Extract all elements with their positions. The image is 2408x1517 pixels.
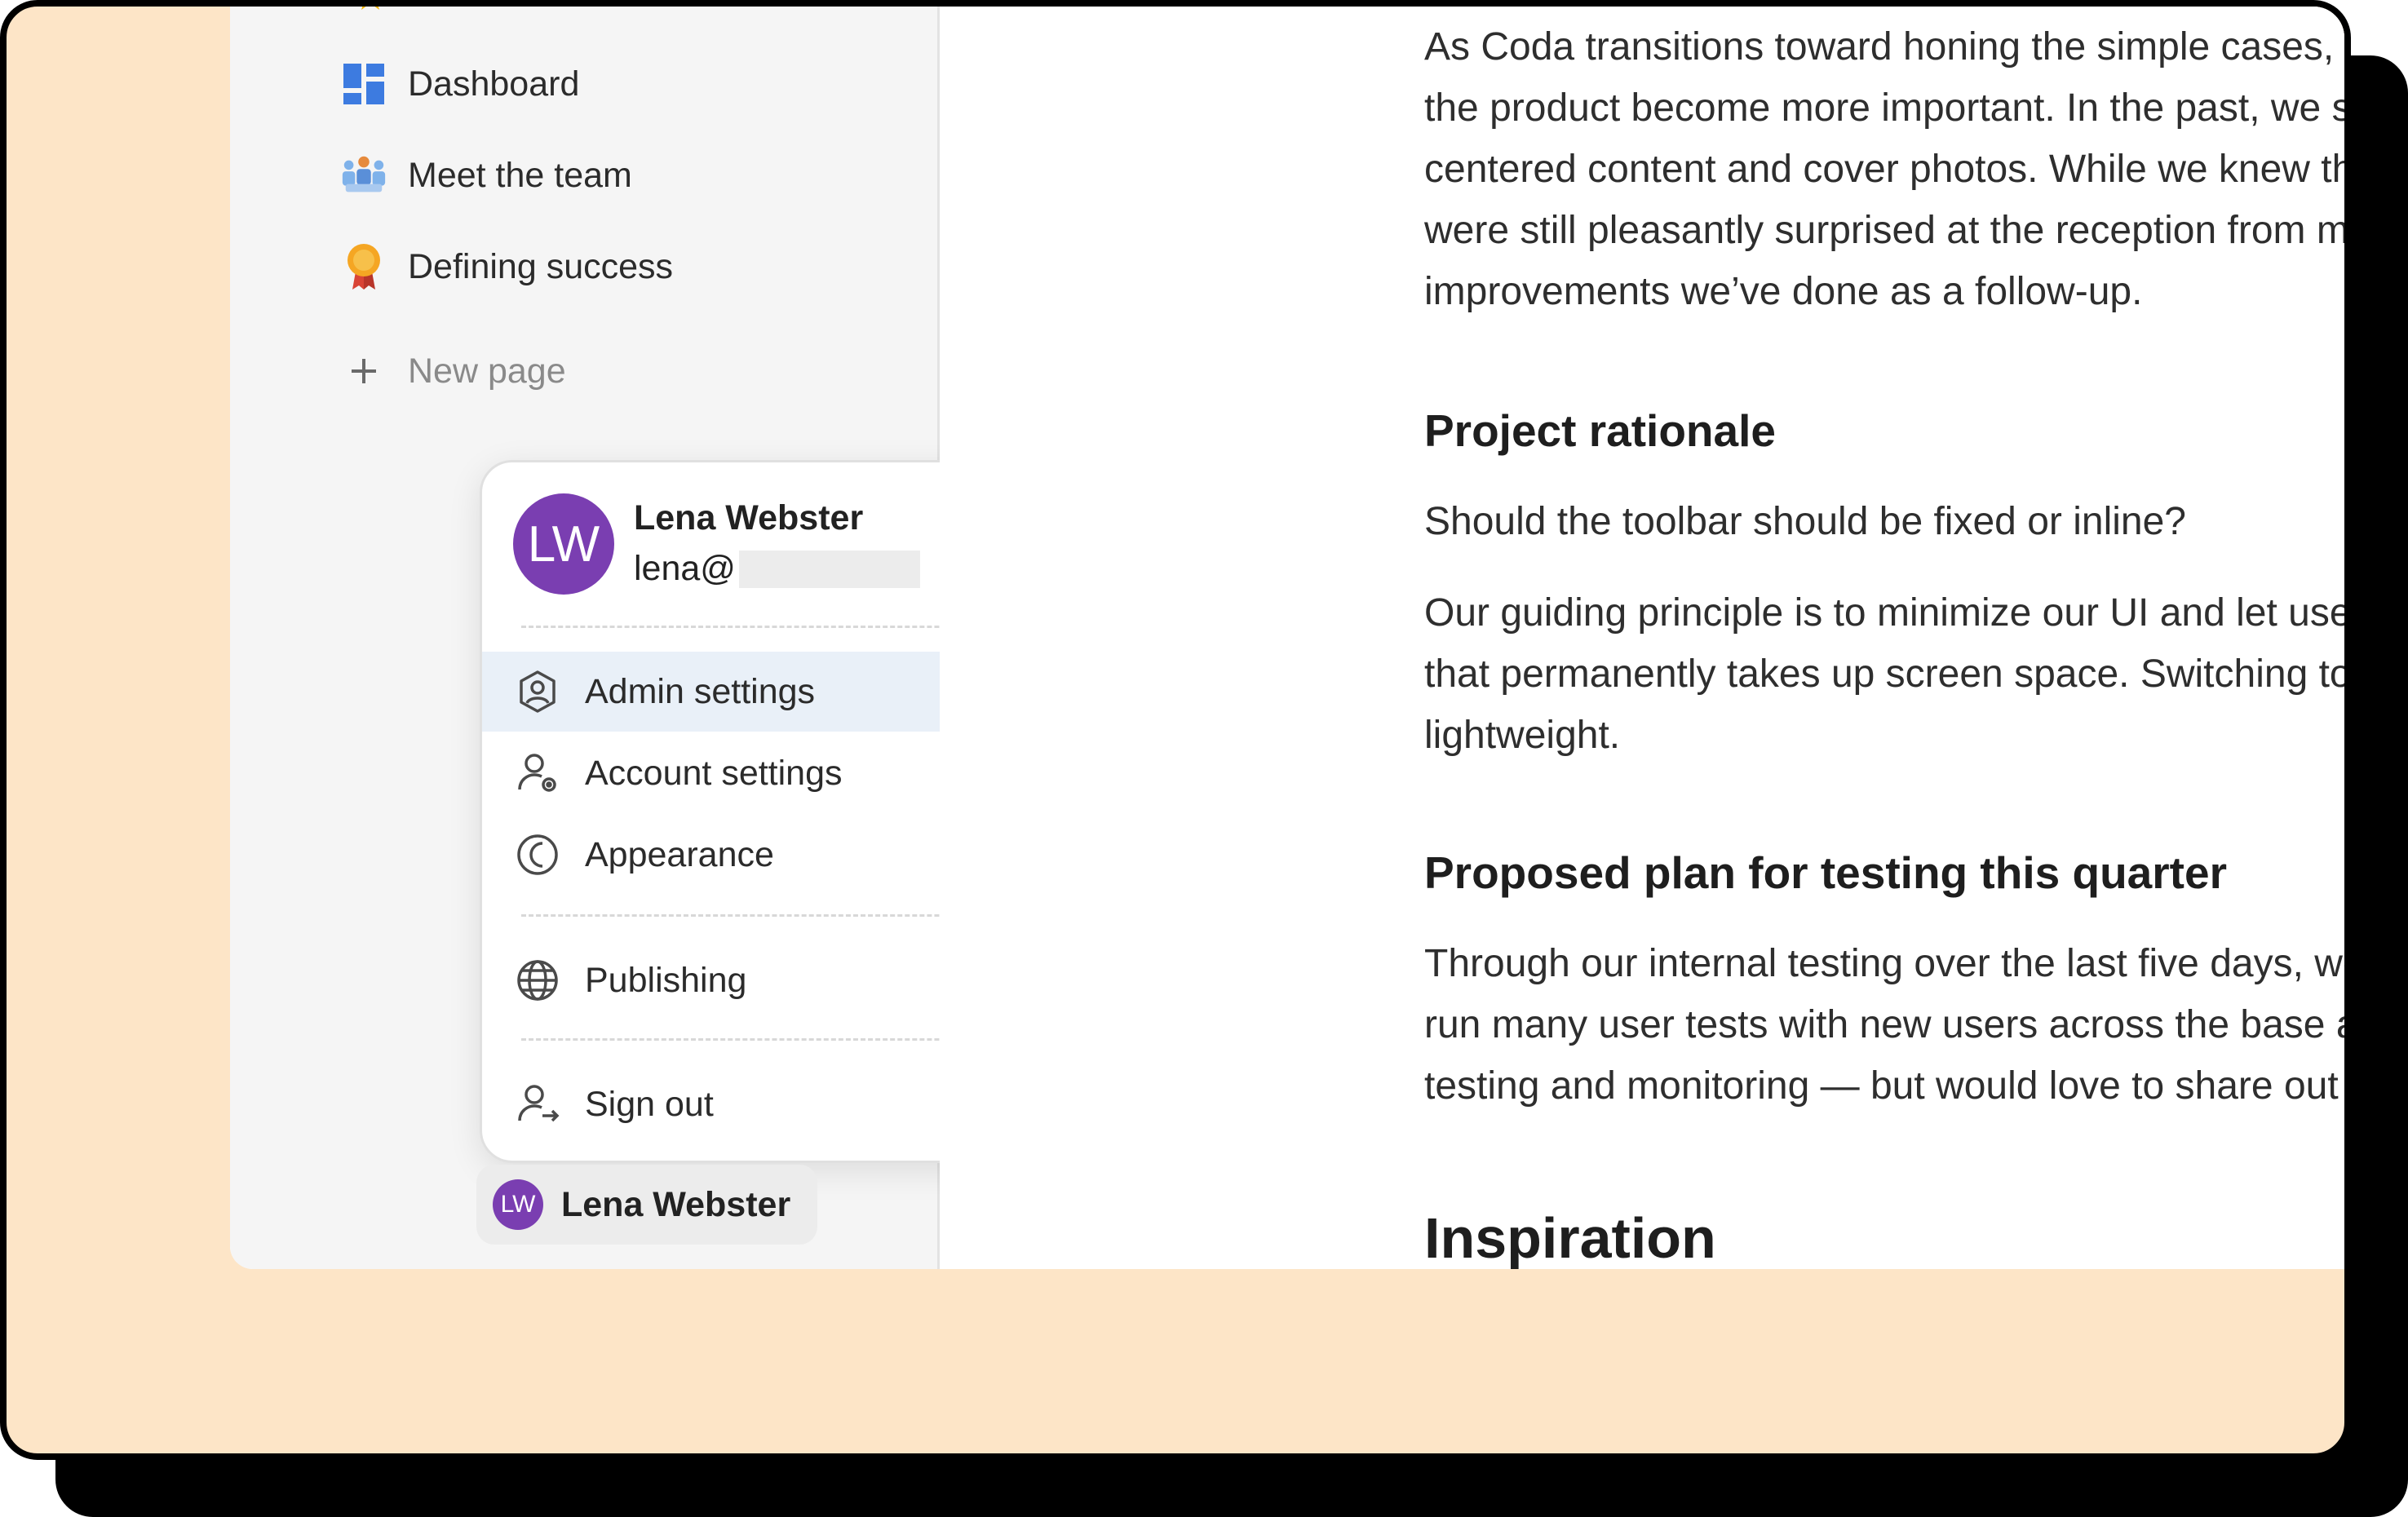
text-line: that permanently takes up screen space. … [1424,652,2351,696]
intro-paragraph: As Coda transitions toward honing the si… [1424,16,2351,322]
text-line: As Coda transitions toward honing the si… [1424,25,2344,69]
text-line: centered content and cover photos. While… [1424,148,2351,191]
question-paragraph: Should the toolbar should be fixed or in… [1424,500,2186,543]
sidebar-item-meet-the-team[interactable]: Meet the team [339,139,632,212]
email-redaction [738,550,920,588]
menu-item-label: Admin settings [585,671,816,711]
user-chip-name: Lena Webster [561,1184,791,1224]
heading-inspiration: Inspiration [1424,1206,1716,1269]
account-settings-icon [513,749,562,798]
menu-item-label: Publishing [585,960,747,1000]
text-line: lightweight. [1424,714,1621,757]
sidebar-item-label: Defining success [408,246,674,286]
plus-icon [339,347,388,396]
dashboard-icon [339,60,388,108]
text-line: Through our internal testing over the la… [1424,942,2344,985]
avatar: LW [513,493,614,595]
heading-proposed-plan: Proposed plan for testing this quarter [1424,847,2227,898]
text-line: improvements we’ve done as a follow-up. [1424,270,2143,313]
sidebar-item-defining-success[interactable]: Defining success [339,230,673,303]
sidebar-item-label: Dashboard [408,64,580,104]
heading-project-rationale: Project rationale [1424,405,1776,456]
frame: Dashboard Meet the team Defining success… [0,0,2351,1460]
menu-item-label: Appearance [585,834,774,874]
document-canvas: As Coda transitions toward honing the si… [940,7,2351,1269]
text-line: were still pleasantly surprised at the r… [1424,209,2349,252]
user-name: Lena Webster [634,498,864,537]
text-line: run many user tests with new users acros… [1424,1003,2344,1046]
menu-item-label: Sign out [585,1084,714,1124]
sidebar-item-dashboard[interactable]: Dashboard [339,47,579,121]
user-email: lena@ [634,549,920,589]
text-line: the product become more important. In th… [1424,86,2351,130]
globe-icon [513,956,562,1005]
menu-item-label: Account settings [585,753,843,793]
new-page-label: New page [408,351,566,391]
email-prefix: lena@ [634,549,736,588]
user-chip[interactable]: LW Lena Webster [476,1165,817,1245]
medal-icon [339,242,388,291]
appearance-icon [513,830,562,879]
new-page-button[interactable]: New page [339,334,566,408]
sidebar-item-label: Meet the team [408,155,632,195]
text-line: testing and monitoring — but would love … [1424,1064,2344,1108]
sidebar: Dashboard Meet the team Defining success… [230,7,1246,1269]
app-window: Dashboard Meet the team Defining success… [230,7,2351,1269]
avatar: LW [493,1179,543,1230]
text-line: Our guiding principle is to minimize our… [1424,591,2351,635]
team-icon [339,151,388,200]
plan-paragraph: Through our internal testing over the la… [1424,933,2344,1117]
principle-paragraph: Our guiding principle is to minimize our… [1424,582,2351,766]
sign-out-icon [513,1080,562,1129]
star-icon-partial [354,7,387,13]
admin-shield-icon [513,667,562,716]
